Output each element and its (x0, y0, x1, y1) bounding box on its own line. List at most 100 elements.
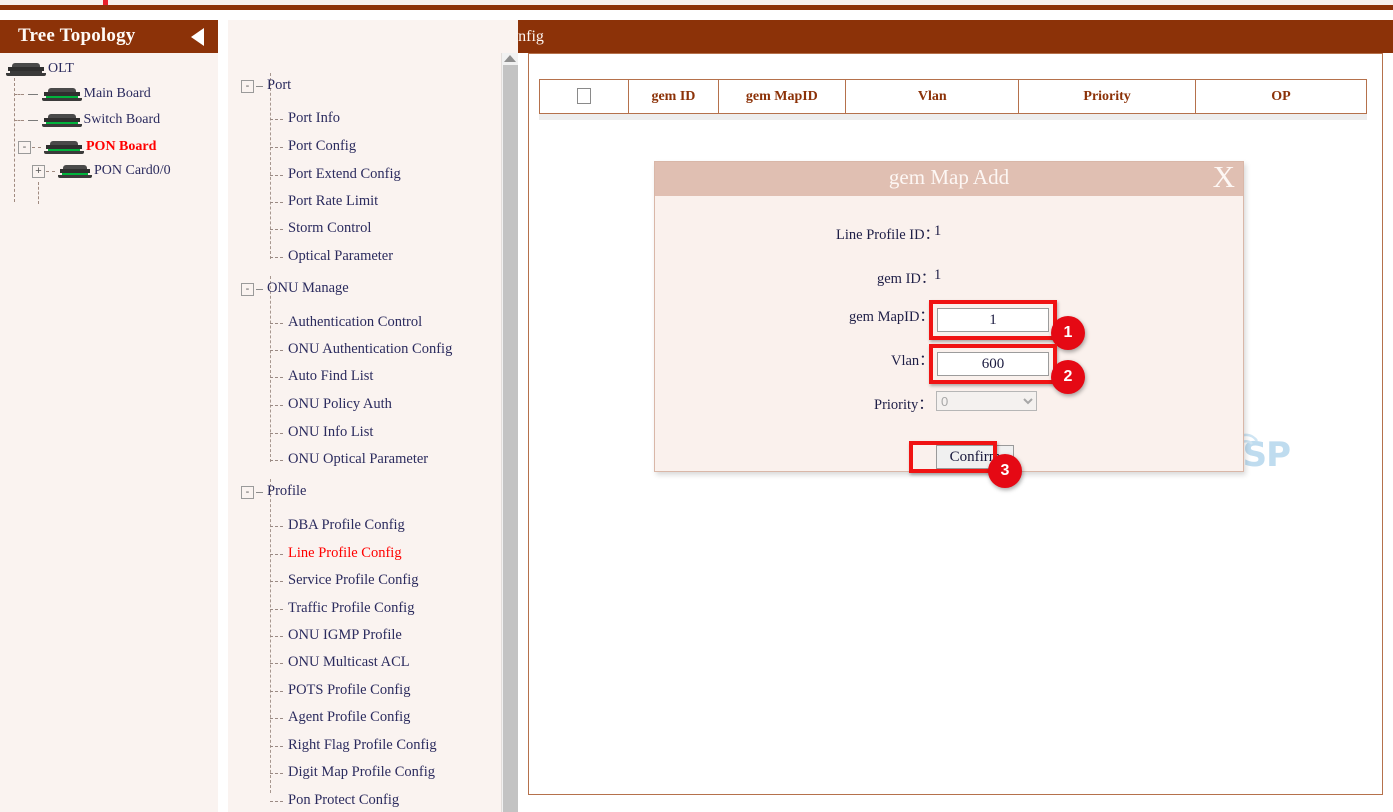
sidebar-item-label: ONU Policy Auth (288, 396, 392, 413)
nav-branch-icon (270, 202, 283, 203)
tree-expander-glyph: - (23, 141, 27, 153)
menu-rail (270, 73, 271, 259)
nav-branch-icon (270, 636, 283, 637)
priority-label: Priority： (874, 393, 933, 414)
table-divider (539, 114, 1367, 120)
nav-branch-icon (270, 609, 283, 610)
nav-branch-icon (270, 718, 283, 719)
nav-branch-icon (270, 773, 283, 774)
gem-map-table: gem ID gem MapID Vlan Priority OP (539, 79, 1367, 114)
caret-left-icon[interactable] (191, 28, 204, 46)
nav-group-expander: - (241, 283, 254, 296)
sidebar-item-label: Digit Map Profile Config (288, 764, 435, 781)
tree-node-label: PON Card0/0 (94, 163, 171, 178)
nav-branch-icon (270, 147, 283, 148)
tree-node-olt[interactable]: OLT (6, 61, 74, 77)
tree-rail (38, 182, 39, 204)
nav-branch-icon (270, 119, 283, 120)
nav-branch-icon (270, 691, 283, 692)
sidebar-item-label: ONU Info List (288, 424, 373, 441)
nav-branch-icon (270, 746, 283, 747)
tree-node-pon-card[interactable]: PON Card0/0 (58, 163, 171, 179)
checkbox-icon[interactable] (577, 88, 591, 104)
line-profile-id-label: Line Profile ID： (836, 223, 939, 244)
nav-menu-scroll-area: - Port Port Info Port Config Port Extend… (228, 53, 518, 812)
tree-node-label: OLT (48, 61, 74, 76)
gem-id-label: gem ID： (877, 267, 935, 288)
top-strip (0, 0, 1393, 10)
tree-branch (14, 120, 24, 121)
tree-topology-header: Tree Topology (0, 20, 218, 53)
sidebar-item-label: ONU Optical Parameter (288, 451, 428, 468)
nav-branch-icon (270, 350, 283, 351)
nav-menu-scrollbar-thumb[interactable] (503, 65, 518, 812)
sidebar-item-label: Port Info (288, 110, 340, 127)
menu-rail (270, 276, 271, 462)
nav-branch-icon (270, 229, 283, 230)
device-icon (44, 141, 84, 154)
step-badge-3: 3 (988, 454, 1022, 488)
tree-branch (32, 147, 41, 148)
tree-expander-pon-card[interactable]: + (32, 165, 45, 178)
gem-id-value: 1 (934, 267, 941, 284)
nav-branch-icon (270, 526, 283, 527)
sidebar-item-label: ONU Authentication Config (288, 341, 452, 358)
line-profile-id-value: 1 (934, 223, 941, 240)
sidebar-item-label: Storm Control (288, 220, 371, 237)
nav-group-dash (256, 289, 263, 290)
close-x-icon[interactable]: X (1213, 158, 1235, 196)
nav-group-label: Profile (267, 483, 306, 500)
sidebar-item-label: Right Flag Profile Config (288, 737, 437, 754)
sidebar-item-label: Optical Parameter (288, 248, 393, 265)
tree-node-switch-board[interactable]: Switch Board (28, 112, 160, 128)
dialog-body: Line Profile ID： 1 gem ID： 1 gem MapID： … (655, 196, 1243, 471)
tree-topology-body: OLT Main Board Switch Board - PON Board (0, 53, 218, 812)
sidebar-item-label: Port Extend Config (288, 166, 401, 183)
sidebar-item-label: DBA Profile Config (288, 517, 405, 534)
sidebar-item-label: Service Profile Config (288, 572, 418, 589)
table-header-vlan: Vlan (846, 80, 1019, 114)
nav-branch-icon (270, 433, 283, 434)
dialog-title: gem Map Add (655, 165, 1243, 190)
tree-expander-glyph: + (35, 165, 41, 177)
table-header-select-all (540, 80, 629, 114)
nav-branch-icon (270, 554, 283, 555)
nav-branch-icon (270, 460, 283, 461)
nav-menu-panel: - Port Port Info Port Config Port Extend… (228, 20, 518, 812)
tree-topology-title: Tree Topology (18, 25, 136, 47)
sidebar-item-label: ONU Multicast ACL (288, 654, 410, 671)
priority-select[interactable]: 0 (936, 391, 1037, 411)
tree-node-label: Main Board (84, 86, 151, 101)
tree-node-pon-board[interactable]: PON Board (44, 139, 156, 155)
dialog-title-bar: gem Map Add X (655, 162, 1243, 196)
nav-group-dash (256, 86, 263, 87)
scroll-up-arrow-icon[interactable] (504, 55, 516, 62)
tree-expander-pon-board[interactable]: - (18, 141, 31, 154)
table-header-priority: Priority (1019, 80, 1195, 114)
nav-menu-scrollbar[interactable] (501, 53, 518, 812)
gem-mapid-label: gem MapID： (849, 305, 934, 326)
nav-group-expander: - (241, 80, 254, 93)
vlan-input[interactable] (937, 352, 1049, 376)
gem-mapid-input[interactable] (937, 308, 1049, 332)
tree-node-label: Switch Board (84, 112, 161, 127)
tree-rail (14, 78, 15, 202)
nav-group-dash (256, 492, 263, 493)
table-header-gem-id: gem ID (629, 80, 718, 114)
table-header-row: gem ID gem MapID Vlan Priority OP (540, 80, 1367, 114)
device-icon (42, 88, 82, 101)
tree-branch (46, 171, 55, 172)
nav-branch-icon (270, 377, 283, 378)
nav-branch-icon (270, 663, 283, 664)
nav-group-label: ONU Manage (267, 280, 349, 297)
tree-node-label: PON Board (86, 139, 156, 154)
gem-map-add-dialog: gem Map Add X Line Profile ID： 1 gem ID：… (654, 161, 1244, 472)
tree-node-main-board[interactable]: Main Board (28, 86, 151, 102)
nav-branch-icon (270, 801, 283, 802)
device-icon (42, 114, 82, 127)
sidebar-item-label: Agent Profile Config (288, 709, 410, 726)
top-strip-bar (0, 5, 1393, 10)
tree-topology-panel: Tree Topology OLT Main Board Switch Boar (0, 20, 218, 812)
step-badge-1: 1 (1051, 316, 1085, 350)
sidebar-item-label: Authentication Control (288, 314, 422, 331)
